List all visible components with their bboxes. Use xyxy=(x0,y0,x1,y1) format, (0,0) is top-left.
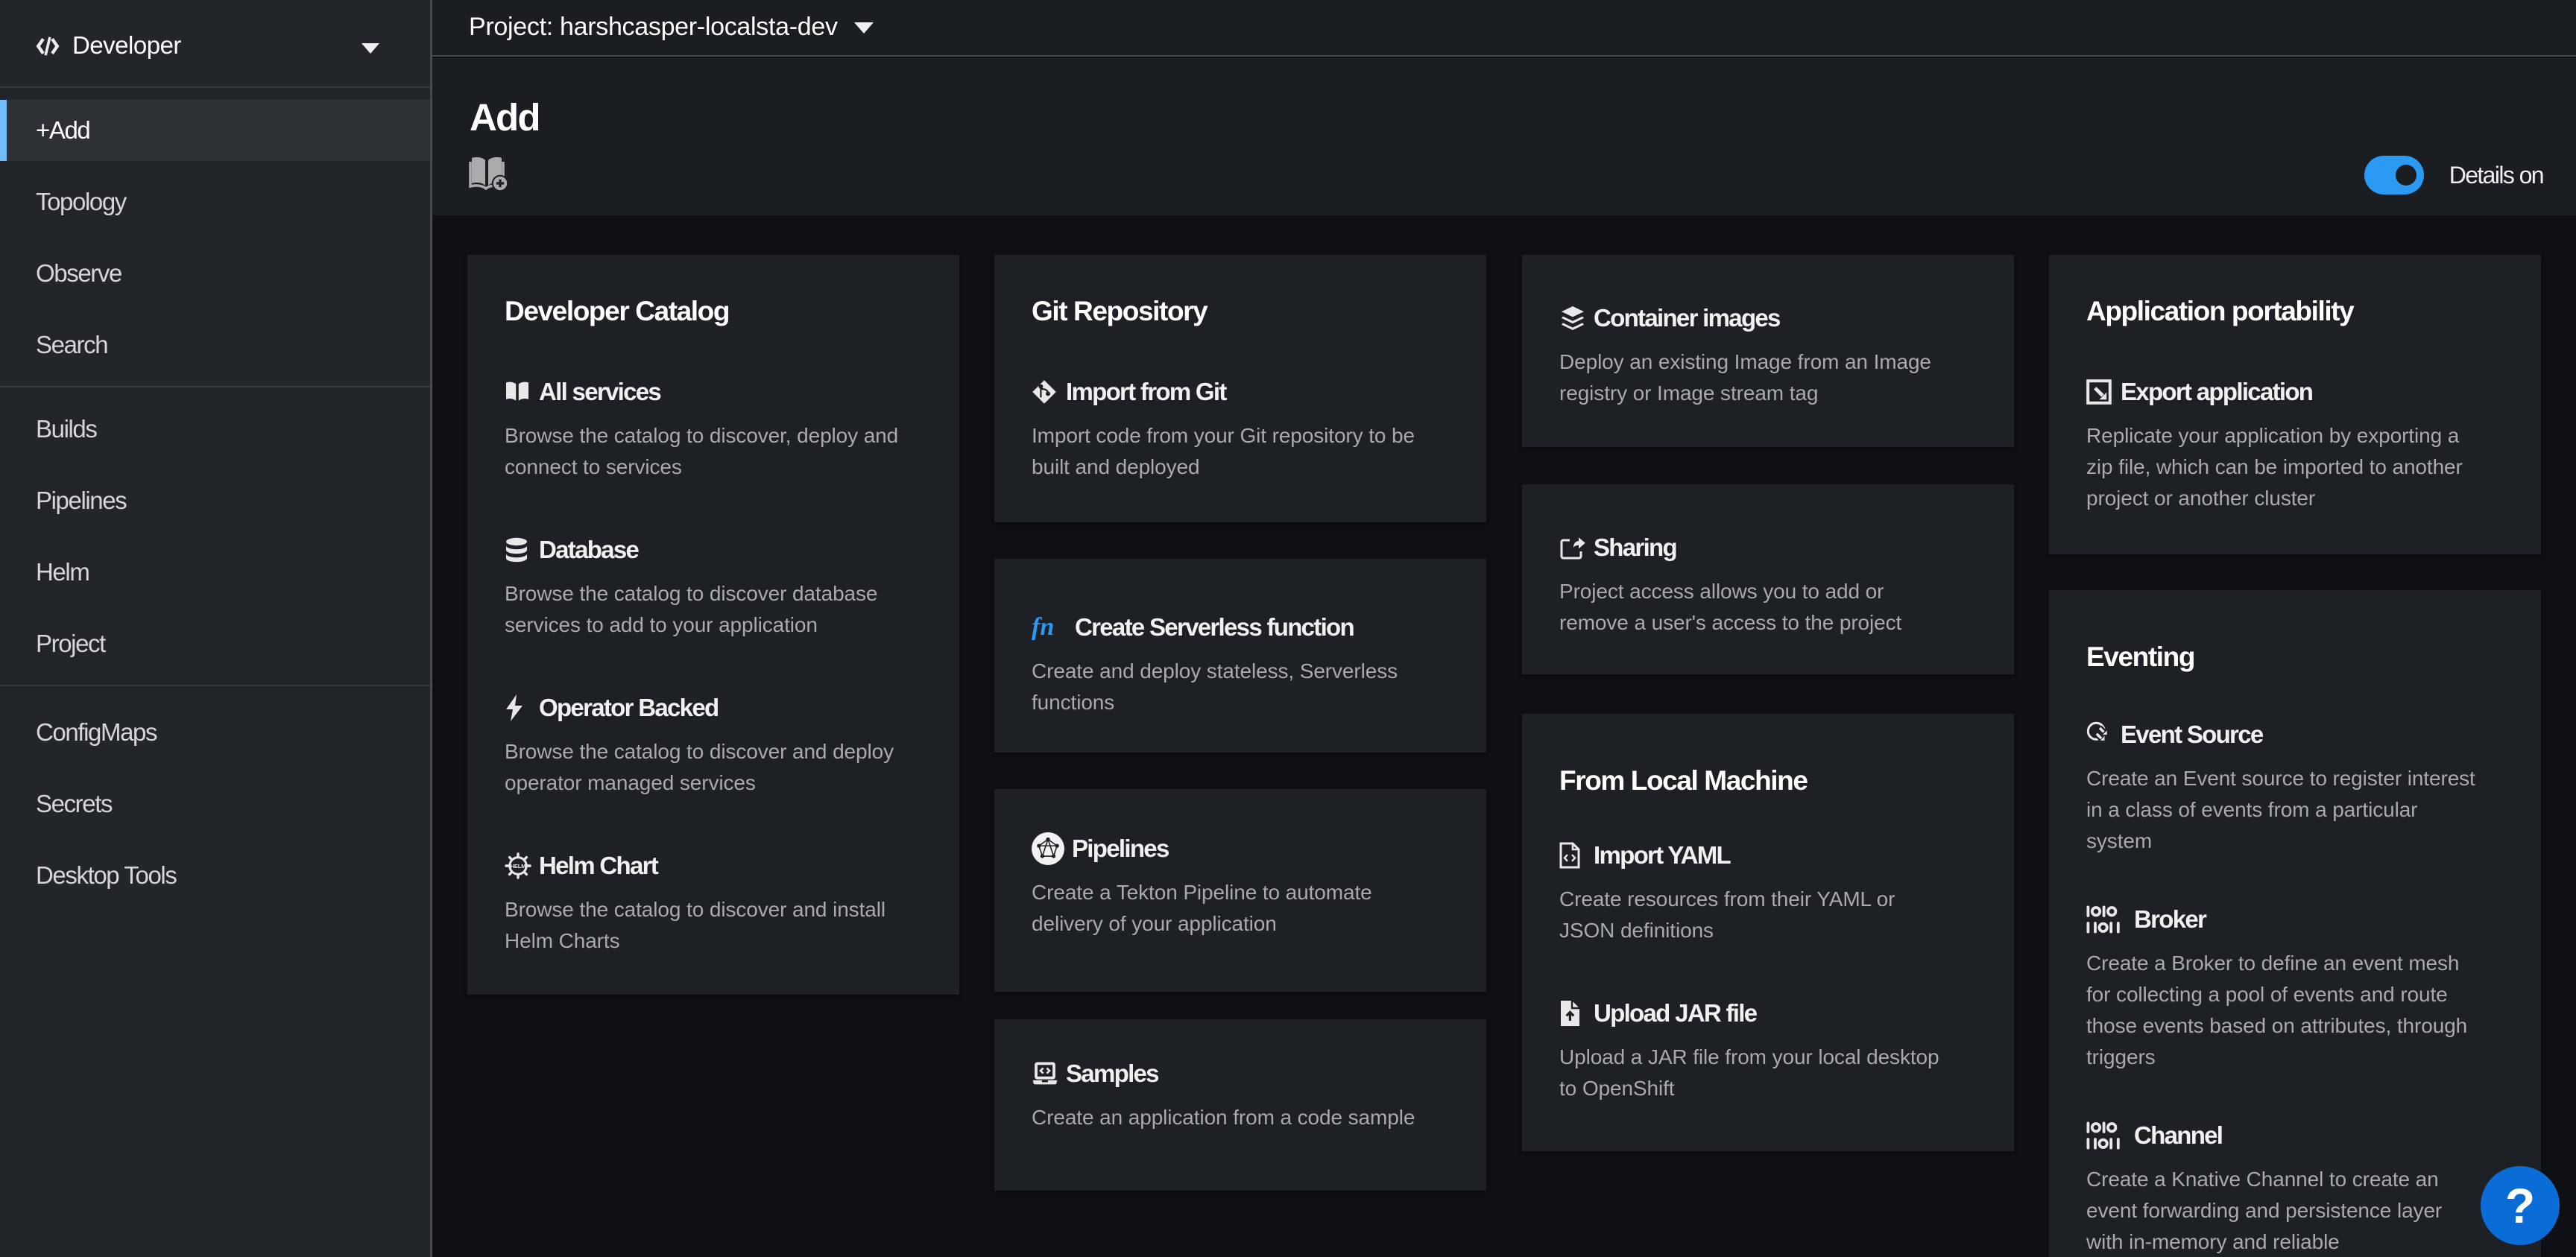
svg-text:HELM: HELM xyxy=(511,863,526,870)
